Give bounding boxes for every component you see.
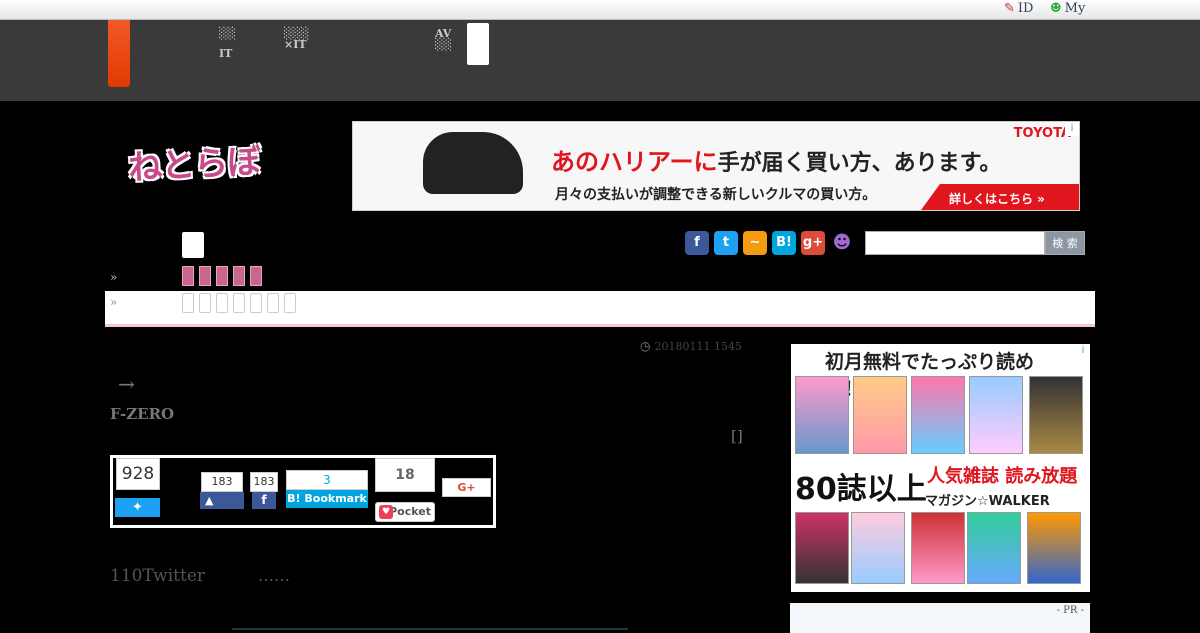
- search-input[interactable]: [865, 231, 1045, 255]
- magazine-cover-8: [911, 512, 965, 584]
- sub-tag-7[interactable]: [284, 293, 296, 313]
- pink-tag-2[interactable]: [199, 266, 211, 286]
- magazine-cover-9: [967, 512, 1021, 584]
- magazine-cover-3: [911, 376, 965, 454]
- facebook-icon[interactable]: f: [685, 231, 709, 255]
- nav-item-2-line2: ×IT: [284, 38, 307, 51]
- nav-item-3-line2: ░░: [435, 38, 452, 51]
- rss-icon[interactable]: ∼: [743, 231, 767, 255]
- magazine-cover-4: [969, 376, 1023, 454]
- magazine-cover-2: [853, 376, 907, 454]
- pr-box: - PR -: [790, 603, 1090, 633]
- hatena-bookmark-button[interactable]: B! Bookmark: [286, 490, 368, 508]
- nav-item-1[interactable]: ░░ IT: [219, 28, 236, 59]
- breadcrumb-separator-1: »: [110, 270, 118, 284]
- nav-item-2[interactable]: ░░░ ×IT: [284, 28, 309, 50]
- article-title-fragment: F-ZERO: [110, 405, 175, 423]
- gplus-share[interactable]: G+: [440, 458, 493, 525]
- pink-tag-4[interactable]: [233, 266, 245, 286]
- pocket-count: 18: [375, 458, 435, 492]
- facebook-share[interactable]: 183 f: [249, 458, 280, 525]
- sidebar-magazine-ad[interactable]: 初月無料でたっぷり読める！！ i 80誌以上 人気雑誌 読み放題 マガジン☆WA…: [791, 344, 1090, 592]
- hatena-count: 3: [286, 470, 368, 490]
- magazine-cover-6: [795, 512, 849, 584]
- pocket-label: Pocket: [389, 505, 431, 518]
- article-lead-text: 110Twitter: [110, 566, 206, 586]
- search-button[interactable]: 検 索: [1045, 231, 1085, 255]
- adchoices-icon-sidebar[interactable]: i: [1076, 344, 1090, 358]
- article-date: ◷ 20180111 1545: [640, 339, 742, 353]
- banner-headline-red: あのハリアーに: [551, 148, 718, 176]
- pencil-icon: ✎: [1004, 1, 1015, 16]
- sub-tag-5[interactable]: [250, 293, 262, 313]
- id-link-label: ID: [1017, 1, 1034, 16]
- magazine-cover-5: [1029, 376, 1083, 454]
- adchoices-icon[interactable]: i: [1065, 122, 1079, 136]
- article-bracket: []: [731, 427, 743, 445]
- my-link-label: My: [1064, 1, 1086, 16]
- nav-item-1-line2: IT: [219, 47, 233, 60]
- arrow-glyph: →: [118, 372, 135, 396]
- top-banner-ad[interactable]: あのハリアーに手が届く買い方、あります。 月々の支払いが調整できる新しいクルマの…: [352, 121, 1080, 211]
- pink-tag-1[interactable]: [182, 266, 194, 286]
- nav-item-3[interactable]: AV ░░: [435, 28, 452, 50]
- twitter-share[interactable]: 928 ✦: [113, 458, 195, 525]
- top-utility-bar: ✎ ID ☻ My: [0, 0, 1200, 20]
- magazine-cover-10: [1027, 512, 1081, 584]
- banner-headline-rest: 手が届く買い方、あります。: [717, 151, 1002, 176]
- sub-tag-4[interactable]: [233, 293, 245, 313]
- article-ellipsis: ……: [258, 566, 290, 585]
- like-count: 183: [201, 472, 243, 492]
- my-link[interactable]: ☻ My: [1050, 1, 1085, 16]
- nav-image-box[interactable]: [467, 23, 489, 65]
- gplus-share-button[interactable]: G+: [442, 478, 491, 497]
- global-navbar: ░░ IT ░░░ ×IT AV ░░: [0, 20, 1200, 101]
- pink-tag-3[interactable]: [216, 266, 228, 286]
- banner-subline: 月々の支払いが調整できる新しいクルマの買い方。: [555, 187, 877, 203]
- magazine-headline: 人気雑誌 読み放題: [927, 466, 1078, 487]
- pr-label: - PR -: [1056, 605, 1084, 616]
- sub-tag-2[interactable]: [199, 293, 211, 313]
- sub-tag-6[interactable]: [267, 293, 279, 313]
- twitter-share-icon[interactable]: ✦: [115, 498, 160, 517]
- banner-brand: TOYOTA: [1013, 126, 1071, 141]
- share-buttons: 928 ✦ 183 ▲ 183 f 3 B! Bookmark 18 ♥ Poc…: [110, 455, 496, 528]
- pink-tag-5[interactable]: [250, 266, 262, 286]
- like-share[interactable]: 183 ▲: [198, 458, 246, 525]
- article-date-text: 20180111 1545: [654, 339, 742, 353]
- car-image: [423, 132, 523, 194]
- gplus-icon[interactable]: g+: [801, 231, 825, 255]
- nav-item-1-line1: ░░: [219, 27, 236, 40]
- magazine-cover-1: [795, 376, 849, 454]
- breadcrumb-separator-2: »: [110, 295, 118, 309]
- hatena-share[interactable]: 3 B! Bookmark: [283, 458, 370, 525]
- category-box[interactable]: [182, 232, 204, 258]
- sub-tag-3[interactable]: [216, 293, 228, 313]
- hatena-icon[interactable]: B!: [772, 231, 796, 255]
- magazine-count-text: 80誌以上: [795, 472, 927, 507]
- clock-icon: ◷: [640, 339, 651, 353]
- banner-cta-button[interactable]: 詳しくはこちら »: [921, 184, 1079, 210]
- site-logo[interactable]: ねとらぼ: [127, 134, 261, 190]
- pocket-button[interactable]: ♥ Pocket: [375, 502, 435, 522]
- twitter-icon[interactable]: t: [714, 231, 738, 255]
- thumbs-up-icon[interactable]: ▲: [200, 492, 244, 509]
- user-icon: ☻: [1050, 1, 1062, 16]
- cat-icon[interactable]: ☻: [830, 231, 854, 255]
- magazine-cover-7: [851, 512, 905, 584]
- id-link[interactable]: ✎ ID: [1004, 1, 1033, 16]
- facebook-count: 183: [250, 472, 278, 492]
- site-tab-marker[interactable]: [108, 20, 130, 87]
- pocket-share[interactable]: 18 ♥ Pocket: [373, 458, 437, 525]
- banner-headline: あのハリアーに手が届く買い方、あります。: [551, 142, 1001, 177]
- twitter-count: 928: [116, 458, 160, 490]
- magazine-service-name: マガジン☆WALKER: [925, 494, 1050, 509]
- facebook-share-icon[interactable]: f: [252, 492, 276, 509]
- pocket-icon: ♥: [379, 505, 393, 519]
- sub-tag-1[interactable]: [182, 293, 194, 313]
